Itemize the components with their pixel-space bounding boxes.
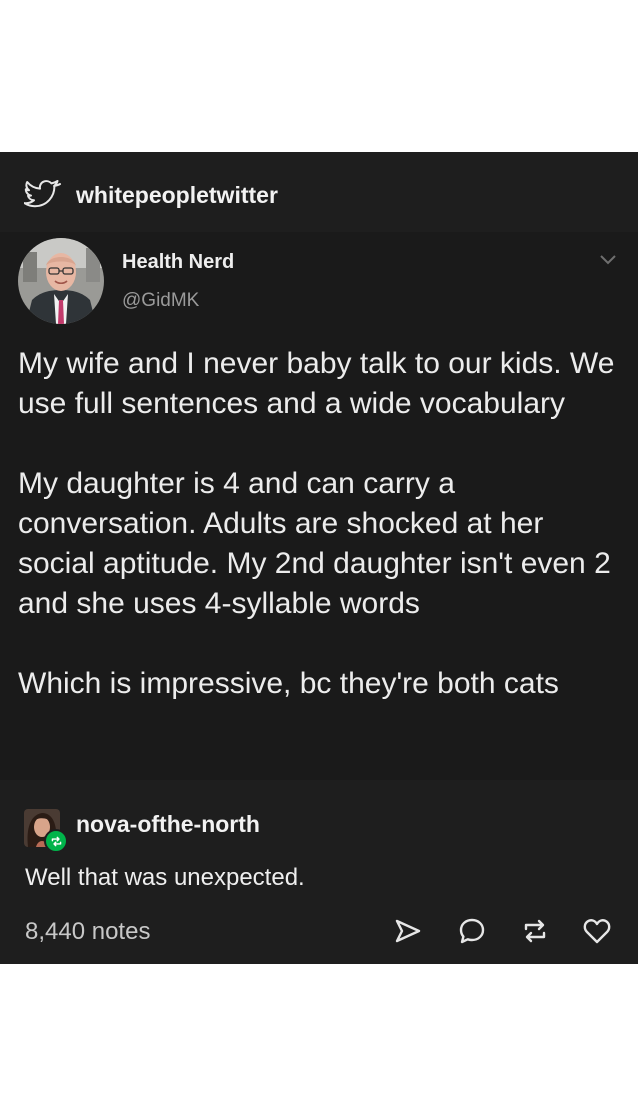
reblog-comment: Well that was unexpected. <box>25 864 305 891</box>
chevron-down-icon <box>598 252 618 268</box>
reblog-icon <box>44 829 68 853</box>
tweet-handle: @GidMK <box>122 290 200 311</box>
reblog-avatar[interactable] <box>24 809 68 853</box>
tweet-paragraph: My wife and I never baby talk to our kid… <box>18 347 615 420</box>
notes-count[interactable]: 8,440 notes <box>25 918 150 946</box>
twitter-bird-icon <box>23 180 62 210</box>
tumblr-post: whitepeopletwitter Health Nerd @GidMK My… <box>0 152 638 964</box>
tweet-text: My wife and I never baby talk to our kid… <box>18 344 618 744</box>
reblog-username[interactable]: nova-ofthe-north <box>76 811 260 838</box>
post-header: whitepeopletwitter <box>23 178 278 212</box>
share-icon[interactable] <box>393 916 423 946</box>
tweet-paragraph: Which is impressive, bc they're both cat… <box>18 667 559 700</box>
tweet-avatar <box>18 238 104 324</box>
tweet-paragraph: My daughter is 4 and can carry a convers… <box>18 467 611 620</box>
blog-name[interactable]: whitepeopletwitter <box>76 182 278 209</box>
reply-icon[interactable] <box>457 916 487 946</box>
like-icon[interactable] <box>582 916 612 946</box>
post-footer: 8,440 notes <box>0 912 638 954</box>
reblog-icon[interactable] <box>520 916 550 946</box>
tweet-screenshot: Health Nerd @GidMK My wife and I never b… <box>0 232 638 780</box>
reblog-header: nova-ofthe-north <box>24 805 260 855</box>
tweet-display-name: Health Nerd <box>122 251 235 273</box>
